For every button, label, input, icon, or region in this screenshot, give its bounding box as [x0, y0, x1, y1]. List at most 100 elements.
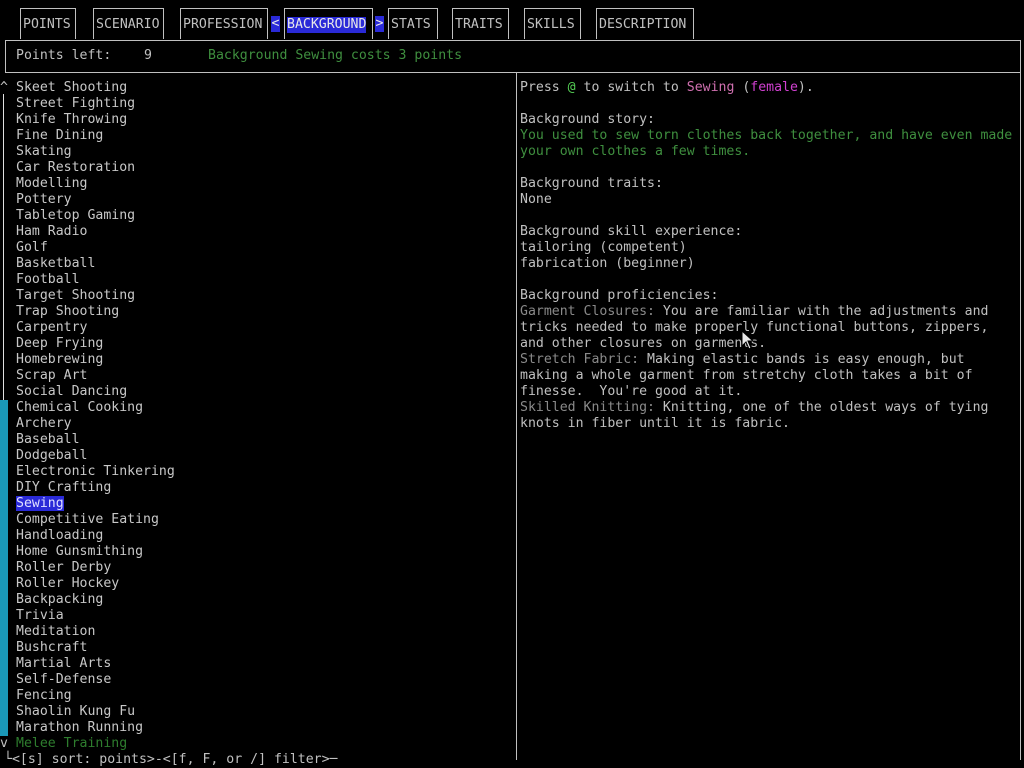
background-list-item[interactable]: Homebrewing — [16, 352, 103, 368]
tab-label: SCENARIO — [96, 17, 160, 32]
background-list-item[interactable]: Tabletop Gaming — [16, 208, 135, 224]
points-cost-message: Background Sewing costs 3 points — [208, 48, 463, 63]
background-list-item[interactable]: Deep Frying — [16, 336, 103, 352]
background-label: Social Dancing — [16, 384, 128, 399]
background-list-item[interactable]: Shaolin Kung Fu — [16, 704, 135, 720]
background-label: Baseball — [16, 432, 80, 447]
proficiency-skilled-knitting: Skilled Knitting: Knitting, one of the o… — [520, 400, 988, 416]
background-label: Street Fighting — [16, 96, 136, 111]
background-list-item[interactable]: Ham Radio — [16, 224, 87, 240]
frame-right-border — [1020, 40, 1021, 760]
background-label: Handloading — [16, 528, 104, 543]
background-label: Roller Derby — [16, 560, 112, 575]
footer-hints: └<[s] sort: points>-<[f, F, or /] filter… — [4, 752, 338, 767]
proficiency-text: You are familiar with the adjustments an… — [654, 304, 989, 319]
tab-label: BACKGROUND — [287, 17, 367, 33]
background-list-item[interactable]: Skating — [16, 144, 72, 160]
next-tab-arrow-icon[interactable]: > — [375, 16, 384, 32]
background-label: Car Restoration — [16, 160, 136, 175]
background-list-item[interactable]: Trivia — [16, 608, 64, 624]
background-label: Ham Radio — [16, 224, 88, 239]
tab-stats[interactable]: STATS — [388, 8, 438, 39]
background-label: Scrap Art — [16, 368, 88, 383]
tab-traits[interactable]: TRAITS — [452, 8, 509, 39]
background-label: Electronic Tinkering — [16, 464, 175, 479]
background-list-item[interactable]: Electronic Tinkering — [16, 464, 175, 480]
background-label: Self-Defense — [16, 672, 112, 687]
background-list-item[interactable]: DIY Crafting — [16, 480, 111, 496]
tab-background[interactable]: BACKGROUND — [284, 8, 373, 39]
proficiency-text: Knitting, one of the oldest ways of tyin… — [654, 400, 989, 415]
points-left-label: Points left: — [16, 48, 112, 63]
background-list-item[interactable]: Carpentry — [16, 320, 87, 336]
background-list-item[interactable]: Archery — [16, 416, 72, 432]
background-list-item[interactable]: Self-Defense — [16, 672, 111, 688]
proficiency-text-line: making a whole garment from stretchy clo… — [520, 368, 973, 383]
background-list-item[interactable]: Sewing — [16, 496, 64, 512]
skill-entry: fabrication (beginner) — [520, 256, 695, 271]
tab-label: POINTS — [23, 17, 71, 32]
background-list-item[interactable]: Golf — [16, 240, 48, 256]
background-list-item[interactable]: Bushcraft — [16, 640, 87, 656]
background-list-item[interactable]: Social Dancing — [16, 384, 127, 400]
background-list-item[interactable]: Basketball — [16, 256, 95, 272]
background-label: Home Gunsmithing — [16, 544, 144, 559]
story-text-line: your own clothes a few times. — [520, 144, 751, 159]
scrollbar-thumb[interactable] — [0, 400, 8, 736]
background-label: Basketball — [16, 256, 96, 271]
background-list-item[interactable]: Street Fighting — [16, 96, 135, 112]
background-label: Melee Training — [16, 736, 128, 751]
hint-text: to switch to — [575, 80, 687, 95]
hotkey-label: @ — [567, 80, 576, 95]
background-list-item[interactable]: Scrap Art — [16, 368, 87, 384]
panel-divider — [516, 72, 517, 760]
scroll-track[interactable] — [3, 94, 4, 400]
background-label: Football — [16, 272, 80, 287]
background-list-item[interactable]: Fine Dining — [16, 128, 103, 144]
tab-label: PROFESSION — [183, 17, 263, 32]
background-list-item[interactable]: Handloading — [16, 528, 103, 544]
tab-skills[interactable]: SKILLS — [524, 8, 581, 39]
background-list-item[interactable]: Marathon Running — [16, 720, 143, 736]
background-list-item[interactable]: Target Shooting — [16, 288, 135, 304]
background-list-item[interactable]: Backpacking — [16, 592, 103, 608]
background-label: Competitive Eating — [16, 512, 159, 527]
background-list-item[interactable]: Fencing — [16, 688, 72, 704]
traits-heading: Background traits: — [520, 176, 663, 191]
background-list-item[interactable]: Chemical Cooking — [16, 400, 143, 416]
background-list-item[interactable]: Roller Derby — [16, 560, 111, 576]
background-label: Deep Frying — [16, 336, 104, 351]
skill-entry: tailoring (competent) — [520, 240, 687, 255]
background-list-item[interactable]: Trap Shooting — [16, 304, 119, 320]
background-list-item[interactable]: Knife Throwing — [16, 112, 127, 128]
background-list-item[interactable]: Football — [16, 272, 80, 288]
background-label: Roller Hockey — [16, 576, 120, 591]
traits-value: None — [520, 192, 552, 207]
mouse-pointer-icon — [741, 330, 755, 350]
background-list-item[interactable]: Pottery — [16, 192, 72, 208]
background-list-item[interactable]: Car Restoration — [16, 160, 135, 176]
proficiency-text-line: and other closures on garments. — [520, 336, 767, 351]
background-list-item[interactable]: Baseball — [16, 432, 80, 448]
frame-left-border — [5, 40, 6, 72]
background-list-item[interactable]: Home Gunsmithing — [16, 544, 143, 560]
background-label: Homebrewing — [16, 352, 104, 367]
tab-description[interactable]: DESCRIPTION — [596, 8, 694, 39]
tab-scenario[interactable]: SCENARIO — [93, 8, 164, 39]
background-list-item[interactable]: Meditation — [16, 624, 95, 640]
prev-tab-arrow-icon[interactable]: < — [271, 16, 280, 32]
background-list-item[interactable]: Competitive Eating — [16, 512, 159, 528]
background-list-item[interactable]: Martial Arts — [16, 656, 111, 672]
proficiency-name: Garment Closures: — [520, 304, 655, 319]
background-list-item[interactable]: Skeet Shooting — [16, 80, 127, 96]
tab-points[interactable]: POINTS — [20, 8, 76, 39]
story-heading: Background story: — [520, 112, 655, 127]
background-list-item[interactable]: Dodgeball — [16, 448, 87, 464]
background-list-item[interactable]: Melee Training — [16, 736, 127, 752]
background-list-item[interactable]: Roller Hockey — [16, 576, 119, 592]
tab-profession[interactable]: PROFESSION — [180, 8, 268, 39]
background-label: Meditation — [16, 624, 96, 639]
background-list-item[interactable]: Modelling — [16, 176, 87, 192]
proficiency-name: Skilled Knitting: — [520, 400, 655, 415]
scroll-down-icon[interactable]: v — [0, 736, 8, 752]
